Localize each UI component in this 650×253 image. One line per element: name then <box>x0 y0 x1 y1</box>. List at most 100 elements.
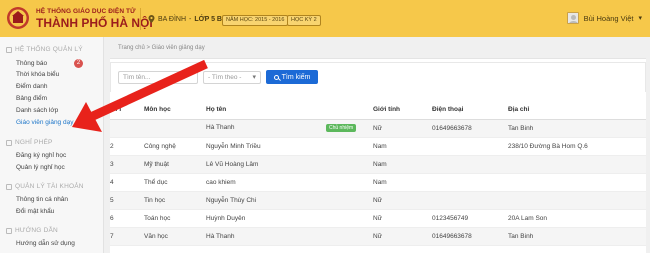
cell-subject: Văn học <box>144 227 206 246</box>
location-pin-icon <box>148 15 155 23</box>
cell-gender: Nam <box>373 173 432 192</box>
cell-gender: Nữ <box>373 119 432 138</box>
sidebar-item-class-list[interactable]: Danh sách lớp <box>16 107 58 114</box>
cell-name: cao khiem <box>206 173 373 192</box>
dash-separator: - <box>189 15 192 23</box>
cell-stt: 2 <box>110 137 144 156</box>
table-row[interactable]: 5 Tin học Nguyễn Thùy Chi Nữ <box>110 191 646 210</box>
chevron-down-icon: ▾ <box>638 15 642 22</box>
col-phone[interactable]: Điện thoại <box>432 100 508 120</box>
cell-gender: Nữ <box>373 191 432 210</box>
teacher-name: Hà Thanh <box>206 124 235 131</box>
cell-stt: 3 <box>110 155 144 174</box>
cell-phone: 0123456749 <box>432 209 508 228</box>
sidebar-item-gradebook[interactable]: Bảng điểm <box>16 95 47 102</box>
cell-subject <box>144 119 206 138</box>
sidebar-item-timetable[interactable]: Thời khóa biểu <box>16 71 59 78</box>
cell-address: 238/10 Đường Bà Hom Q.6 <box>508 137 646 156</box>
sidebar-item-attendance[interactable]: Điểm danh <box>16 83 47 90</box>
cell-name: Nguyễn Thùy Chi <box>206 191 373 210</box>
cell-gender: Nam <box>373 155 432 174</box>
cell-phone: 01649663678 <box>432 227 508 246</box>
cell-subject: Tin học <box>144 191 206 210</box>
cell-subject: Mỹ thuật <box>144 155 206 174</box>
search-button-label: Tìm kiếm <box>281 73 311 81</box>
user-menu[interactable]: Bùi Hoàng Việt ▾ <box>566 12 642 24</box>
breadcrumb-home[interactable]: Trang chủ <box>118 45 145 51</box>
hanoi-emblem-icon <box>7 7 29 29</box>
col-subject[interactable]: Môn học <box>144 100 206 120</box>
col-name[interactable]: Họ tên <box>206 100 373 120</box>
cell-name: Lê Vũ Hoàng Lâm <box>206 155 373 174</box>
cell-stt: 6 <box>110 209 144 228</box>
cell-phone <box>432 137 508 156</box>
cell-name: Huỳnh Duyên <box>206 209 373 228</box>
sidebar-section-management: HỆ THỐNG QUẢN LÝ <box>6 46 83 53</box>
cell-name: Hà Thanh Chủ nhiệm <box>206 119 373 138</box>
sidebar-item-register-leave[interactable]: Đăng ký nghỉ học <box>16 152 66 159</box>
sidebar-item-teachers[interactable]: Giáo viên giảng dạy <box>16 119 73 126</box>
account-icon <box>6 183 12 190</box>
section-title: HƯỚNG DẪN <box>15 227 58 234</box>
top-header: HỆ THỐNG GIÁO DỤC ĐIỆN TỬ THÀNH PHỐ HÀ N… <box>0 0 650 37</box>
cell-address <box>508 191 646 210</box>
sidebar-section-account: QUẢN LÝ TÀI KHOẢN <box>6 183 84 190</box>
cell-stt: 5 <box>110 191 144 210</box>
leave-icon <box>6 139 12 146</box>
col-stt[interactable]: STT <box>110 100 144 120</box>
cell-subject: Thể dục <box>144 173 206 192</box>
cell-address <box>508 173 646 192</box>
cell-gender: Nam <box>373 137 432 156</box>
sidebar-item-user-guide[interactable]: Hướng dẫn sử dụng <box>16 240 75 247</box>
table-row[interactable]: 3 Mỹ thuật Lê Vũ Hoàng Lâm Nam <box>110 155 646 174</box>
school-year-badge[interactable]: NĂM HỌC: 2015 - 2016 <box>222 15 289 26</box>
cell-phone: 01649663678 <box>432 119 508 138</box>
table-row[interactable]: Hà Thanh Chủ nhiệm Nữ 01649663678 Tan Bin… <box>110 119 646 138</box>
col-gender[interactable]: Giới tính <box>373 100 432 120</box>
sidebar-item-change-password[interactable]: Đổi mật khẩu <box>16 208 54 215</box>
cell-stt: 7 <box>110 227 144 246</box>
table-row[interactable]: 7 Văn học Hà Thanh Nữ 01649663678 Tan Bi… <box>110 227 646 246</box>
col-address[interactable]: Địa chỉ <box>508 100 646 120</box>
search-name-input[interactable]: Tìm tên... <box>118 71 198 84</box>
cell-gender: Nữ <box>373 209 432 228</box>
search-filter-select[interactable]: - Tìm theo - <box>203 71 261 84</box>
header-divider <box>140 8 141 30</box>
breadcrumb-current: Giáo viên giảng dạy <box>151 45 205 51</box>
sidebar-item-notifications[interactable]: Thông báo <box>16 60 47 67</box>
system-icon <box>6 46 12 53</box>
cell-phone <box>432 155 508 174</box>
breadcrumb-separator: > <box>146 45 150 51</box>
semester-badge[interactable]: HỌC KỲ 2 <box>287 15 321 26</box>
cell-name: Nguyễn Minh Triều <box>206 137 373 156</box>
table-row[interactable]: 6 Toán học Huỳnh Duyên Nữ 0123456749 20A… <box>110 209 646 228</box>
class-location: BA ĐÌNH - LỚP 5 B <box>148 15 222 23</box>
cell-subject: Toán học <box>144 209 206 228</box>
cell-phone <box>432 173 508 192</box>
district-label: BA ĐÌNH <box>158 15 187 23</box>
table-row[interactable]: 2 Công nghệ Nguyễn Minh Triều Nam 238/10… <box>110 137 646 156</box>
cell-address: Tan Binh <box>508 227 646 246</box>
teacher-table: STT Môn học Họ tên Giới tính Điện thoại … <box>110 100 646 246</box>
user-name: Bùi Hoàng Việt <box>583 13 634 23</box>
cell-stt <box>110 119 144 138</box>
section-title: NGHỈ PHÉP <box>15 139 53 146</box>
sidebar-section-guide: HƯỚNG DẪN <box>6 227 58 234</box>
search-button[interactable]: Tìm kiếm <box>266 70 318 84</box>
table-header-row: STT Môn học Họ tên Giới tính Điện thoại … <box>110 100 646 120</box>
cell-phone <box>432 191 508 210</box>
section-title: QUẢN LÝ TÀI KHOẢN <box>15 183 84 190</box>
cell-gender: Nữ <box>373 227 432 246</box>
breadcrumb: Trang chủ > Giáo viên giảng dạy <box>118 45 205 51</box>
sidebar-item-profile[interactable]: Thông tin cá nhân <box>16 196 68 203</box>
help-icon <box>6 227 12 234</box>
table-row[interactable]: 4 Thể dục cao khiem Nam <box>110 173 646 192</box>
cell-address: Tan Binh <box>508 119 646 138</box>
notification-count-badge: 2 <box>74 59 83 68</box>
class-label: LỚP 5 B <box>194 15 222 23</box>
sidebar-item-manage-leave[interactable]: Quản lý nghỉ học <box>16 164 65 171</box>
cell-address: 20A Lam Son <box>508 209 646 228</box>
homeroom-tag: Chủ nhiệm <box>326 124 357 132</box>
avatar <box>566 12 579 24</box>
sidebar-section-leave: NGHỈ PHÉP <box>6 139 53 146</box>
